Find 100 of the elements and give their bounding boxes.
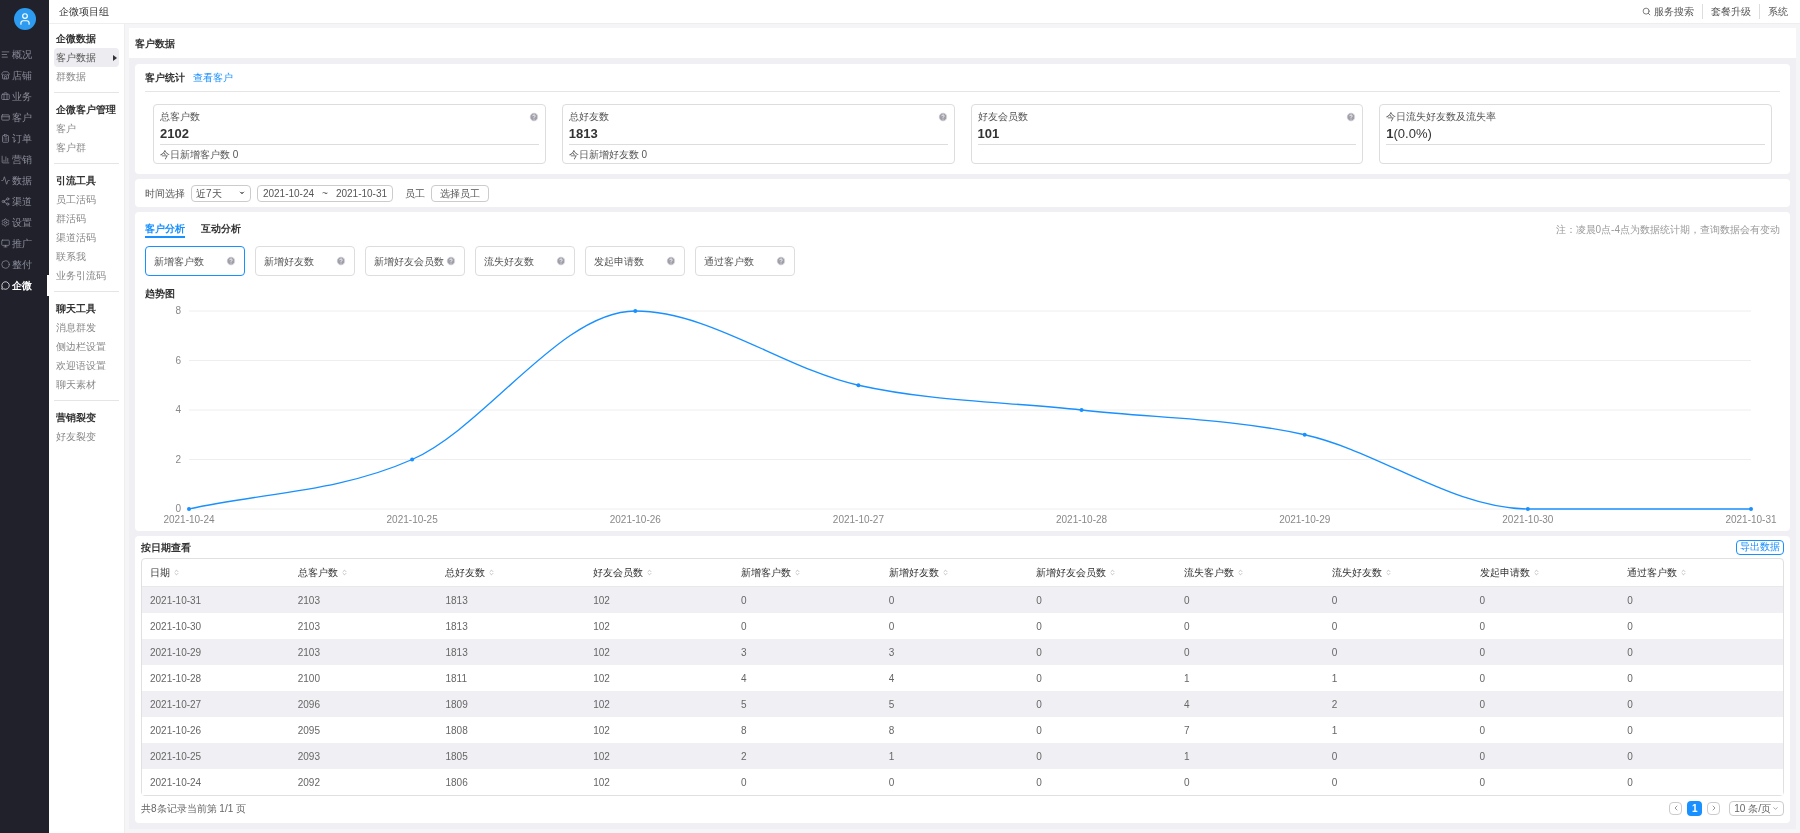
sub-nav-item[interactable]: 聊天素材 [54, 375, 119, 394]
table-cell-text: 102 [593, 593, 611, 608]
table-cell-text: 1 [1184, 671, 1191, 686]
table-cell-text: 2021-10-29 [150, 645, 203, 660]
column-header[interactable]: 总客户数 [297, 565, 446, 580]
table-cell-text: 0 [1036, 697, 1043, 712]
period-select[interactable]: 近7天 [191, 184, 251, 202]
table-cell-text: 2093 [297, 749, 321, 764]
table-cell-text: 0 [1479, 775, 1487, 790]
page-size-select[interactable]: 10 条/页 [1729, 800, 1784, 816]
date-range-field[interactable]: 2021-10-24 ~ 2021-10-31 [257, 184, 393, 202]
table-cell-text: 2021-10-26 [150, 723, 203, 738]
sub-nav-item[interactable]: 欢迎语设置 [54, 356, 119, 375]
sort-icon [173, 569, 180, 576]
sort-icon [1237, 569, 1245, 576]
column-header[interactable]: 总好友数 [445, 565, 594, 580]
sub-nav-item[interactable]: 员工活码 [54, 190, 119, 209]
column-header[interactable]: 流失好友数 [1331, 565, 1480, 580]
view-customers-link[interactable]: 查看客户 [193, 70, 233, 85]
sub-nav-item[interactable]: 客户 [54, 119, 119, 138]
nav-item[interactable]: 数据 [0, 170, 49, 191]
sub-nav-item[interactable]: 客户数据 [54, 48, 119, 67]
sub-nav-item[interactable]: 消息群发 [54, 318, 119, 337]
top-link[interactable]: 服务搜索 [1634, 4, 1702, 19]
nav-item[interactable]: 店铺 [0, 65, 49, 86]
table-cell-text: 2 [740, 749, 748, 764]
table-cell-text: 1808 [445, 723, 469, 738]
page-title: 客户数据 [134, 36, 176, 51]
sort-icon [1680, 569, 1688, 576]
table-cell-text: 0 [1184, 775, 1191, 790]
top-link[interactable]: 系统 [1759, 4, 1796, 19]
column-header[interactable]: 通过客户数 [1627, 565, 1775, 580]
column-header[interactable]: 日期 [150, 565, 298, 580]
sub-nav-item[interactable]: 业务引流码 [54, 266, 119, 285]
x-tick-label: 2021-10-26 [609, 514, 661, 525]
nav-item[interactable]: 营销 [0, 149, 49, 170]
metric-button[interactable]: 新增客户数 [145, 246, 245, 276]
x-tick-label: 2021-10-28 [1056, 514, 1108, 525]
sub-nav-item[interactable]: 好友裂变 [54, 427, 119, 446]
bar-chart-icon [1, 155, 10, 164]
column-header[interactable]: 新增好友会员数 [1036, 565, 1185, 580]
table-cell-text: 0 [1479, 619, 1487, 634]
share-icon [1, 197, 10, 206]
metric-button[interactable]: 通过客户数 [695, 246, 795, 276]
nav-item[interactable]: 概况 [0, 44, 49, 65]
prev-page-button[interactable] [1669, 801, 1683, 815]
metric-button[interactable]: 流失好友数 [475, 246, 575, 276]
sub-nav-item[interactable]: 群数据 [54, 67, 119, 86]
table-cell-text: 0 [1036, 775, 1043, 790]
table-cell-text: 5 [740, 697, 748, 712]
data-point [856, 383, 861, 388]
sub-nav-item[interactable]: 客户群 [54, 138, 119, 157]
sub-nav-item[interactable]: 侧边栏设置 [54, 337, 119, 356]
table-cell-text: 1813 [445, 619, 469, 634]
table-cell-text: 0 [1479, 593, 1487, 608]
search-icon [1642, 7, 1651, 16]
x-tick-label: 2021-10-24 [163, 514, 215, 525]
next-page-button[interactable] [1707, 801, 1721, 815]
sub-nav-item[interactable]: 渠道活码 [54, 228, 119, 247]
column-header[interactable]: 新增好友数 [888, 565, 1037, 580]
analysis-tab[interactable]: 互动分析 [201, 220, 241, 238]
nav-item[interactable]: 整付 [0, 254, 49, 275]
nav-item[interactable]: 推广 [0, 233, 49, 254]
stat-label: 总客户数 [160, 110, 200, 124]
sub-nav-item[interactable]: 联系我 [54, 247, 119, 266]
analysis-tab[interactable]: 客户分析 [145, 220, 185, 238]
nav-item[interactable]: 设置 [0, 212, 49, 233]
stat-subtext: 今日新增好友数 0 [568, 148, 649, 162]
chat-icon [1, 281, 10, 290]
table-cell-text: 0 [888, 593, 896, 608]
top-link[interactable]: 套餐升级 [1702, 4, 1759, 19]
export-button[interactable]: 导出数据 [1736, 539, 1784, 555]
select-staff-button[interactable]: 选择员工 [431, 184, 489, 202]
metric-button[interactable]: 新增好友数 [255, 246, 355, 276]
nav-item[interactable]: 客户 [0, 107, 49, 128]
nav-item[interactable]: 渠道 [0, 191, 49, 212]
nav-item[interactable]: 订单 [0, 128, 49, 149]
sort-icon [488, 569, 496, 576]
data-point [187, 507, 191, 511]
column-header[interactable]: 流失客户数 [1184, 565, 1332, 580]
column-header[interactable]: 好友会员数 [593, 565, 741, 580]
metric-button[interactable]: 发起申请数 [585, 246, 685, 276]
sub-nav-item[interactable]: 群活码 [54, 209, 119, 228]
column-header[interactable]: 发起申请数 [1479, 565, 1628, 580]
y-tick-label: 6 [175, 354, 181, 366]
table-cell-text: 1813 [445, 593, 469, 608]
sort-icon [340, 569, 348, 576]
column-header[interactable]: 新增客户数 [740, 565, 889, 580]
clipboard-icon [1, 134, 10, 143]
monitor-icon [1, 239, 10, 248]
metric-button[interactable]: 新增好友会员数 [365, 246, 465, 276]
sort-icon [793, 569, 801, 576]
table-cell-text: 8 [740, 723, 748, 738]
settings-icon [1, 218, 10, 227]
table-cell-text: 2 [1331, 697, 1339, 712]
table-cell-text: 0 [1184, 645, 1191, 660]
nav-item[interactable]: 业务 [0, 86, 49, 107]
y-tick-label: 2 [175, 453, 181, 465]
caret-icon [1772, 804, 1779, 812]
page-button[interactable]: 1 [1687, 800, 1703, 816]
